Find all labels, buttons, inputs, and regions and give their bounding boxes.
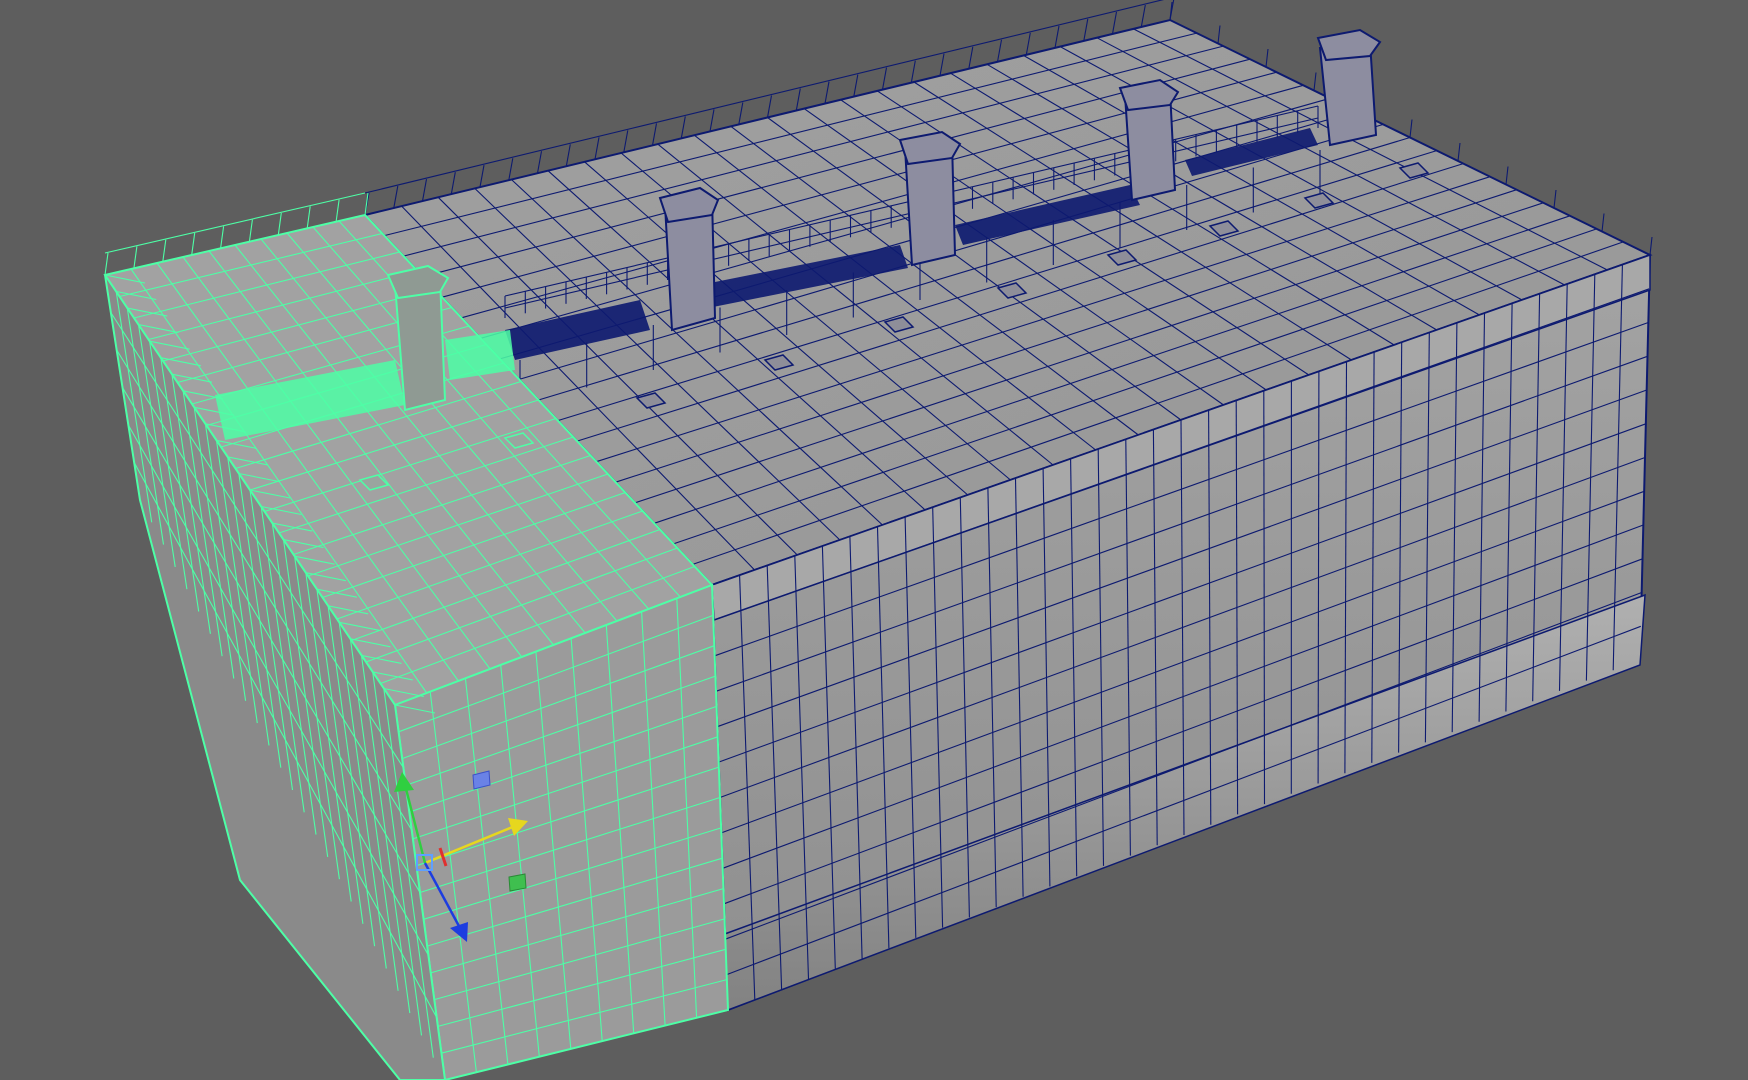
end-railing-post [1649,236,1653,256]
railing-post [479,165,485,188]
railing-post [565,144,571,167]
railing-post [1083,18,1089,41]
end-railing-post [1601,213,1605,232]
railing-post [881,67,888,90]
railing-post [910,60,916,83]
bow-railing-post [306,206,311,229]
deck-house-4 [1316,28,1382,147]
bow-railing-post [133,246,138,269]
end-railing-post [1313,72,1317,91]
railing-post [766,95,773,118]
railing-post [968,46,974,69]
railing-post [1111,11,1118,34]
bow-railing-post [104,252,109,276]
railing-post [709,109,715,132]
end-railing-post [1553,189,1557,209]
railing-post [824,81,830,104]
railing-post [450,172,456,195]
bow-railing-post [335,199,340,222]
railing-post [996,39,1003,62]
railing-post [795,88,801,111]
railing-post [393,185,399,209]
viewport-canvas[interactable] [0,0,1748,1080]
end-railing-post [1409,119,1413,138]
move-xz-plane-handle[interactable] [508,873,527,892]
railing-post [421,179,428,202]
railing-post [1025,32,1031,55]
end-railing-post [1505,166,1509,185]
railing-post [939,53,945,76]
railing-post [651,123,658,146]
bow-railing-post [191,232,196,256]
railing-post [623,130,629,153]
railing-post [680,116,686,139]
railing-post [853,74,859,97]
end-railing-post [1457,142,1461,162]
end-railing-post [1265,48,1269,68]
end-railing-post [1217,25,1221,44]
railing-post [594,137,600,160]
bow-railing-post [277,212,282,236]
railing-post [1140,4,1146,28]
bow-railing-post [248,219,253,242]
railing-post [1054,25,1060,48]
railing-post [536,151,543,174]
3d-viewport[interactable] [0,0,1748,1080]
bow-railing-post [220,226,225,249]
bow-railing-post [162,239,167,262]
railing-post [508,158,514,181]
railing-post [738,102,744,125]
